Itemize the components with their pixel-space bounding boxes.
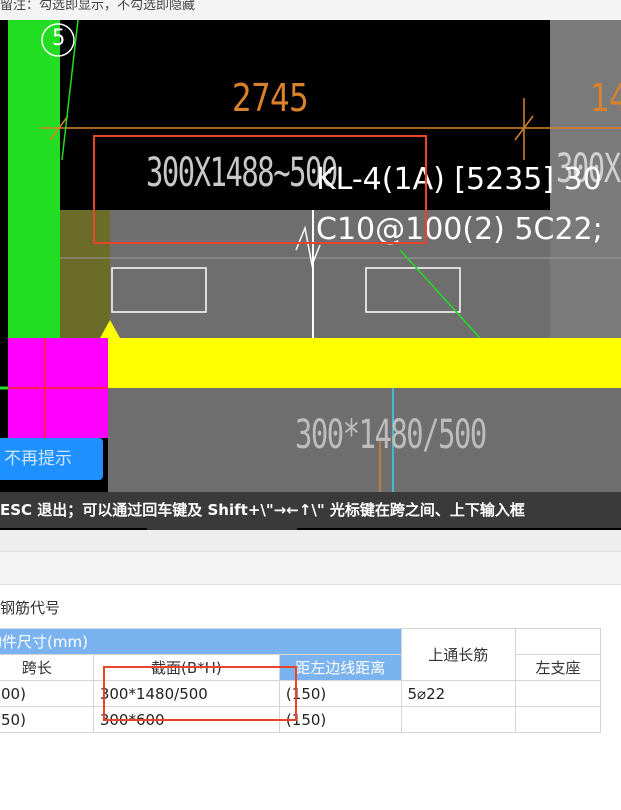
cad-column-green	[8, 20, 60, 340]
cad-viewport[interactable]: 5 2745 14 300X1488~500 300X KL-4(1A) [52…	[0, 20, 621, 530]
col-header-top-through-bar[interactable]: 上通长筋	[400, 628, 516, 681]
cad-section-label-bottom: 300*1480/500	[295, 412, 487, 458]
cad-olive-block	[60, 210, 110, 338]
cell-top-through-bar[interactable]	[400, 706, 516, 733]
cell-top-through-bar[interactable]: 5⌀22	[400, 680, 516, 707]
status-bar: ESC 退出；可以通过回车键及 Shift+\"→←↑\" 光标键在跨之间、上下…	[0, 492, 621, 528]
hint-strip: 留注：勾选即显示，不勾选即隐藏	[0, 0, 621, 20]
cell-span-length[interactable]: 00)	[0, 680, 94, 707]
col-header-left-support[interactable]: 左支座	[514, 654, 602, 681]
panel-splitter[interactable]	[0, 530, 621, 552]
beam-property-table: 构件尺寸(mm) 上通长筋 跨长 截面(B*H) 距左边线距离 左支座 00) …	[0, 628, 602, 733]
col-header-span-length[interactable]: 跨长	[0, 654, 94, 681]
cad-beam-yellow	[108, 338, 621, 388]
cell-left-support[interactable]	[514, 706, 602, 733]
cad-axis-label: 5	[52, 26, 66, 51]
cell-left-support[interactable]	[514, 680, 602, 707]
hint-text: 留注：勾选即显示，不勾选即隐藏	[0, 0, 196, 13]
no-remind-button[interactable]: 不再提示	[0, 438, 103, 480]
status-text: ESC 退出；可以通过回车键及 Shift+\"→←↑\" 光标键在跨之间、上下…	[0, 501, 525, 519]
panel-toolbar	[0, 552, 621, 585]
cad-beam-label-line1: KL-4(1A) [5235] 30	[316, 162, 602, 197]
cad-beam-label-line2: C10@100(2) 5C22;	[316, 212, 603, 247]
col-header-blank	[514, 628, 602, 655]
cell-section[interactable]: 300*1480/500	[92, 680, 280, 707]
cad-section-label-top: 300X1488~500	[146, 150, 338, 196]
cell-section[interactable]: 300*600	[92, 706, 280, 733]
cad-dimension-main: 2745	[232, 76, 309, 120]
table-row[interactable]: 50) 300*600 (150)	[0, 706, 602, 733]
rebar-code-label: 钢筋代号	[0, 599, 61, 617]
col-header-left-edge-distance[interactable]: 距左边线距离	[278, 654, 402, 681]
cad-dimension-right: 14	[590, 76, 621, 120]
group-header-size: 构件尺寸(mm)	[0, 628, 402, 655]
cell-span-length[interactable]: 50)	[0, 706, 94, 733]
cell-left-edge-distance[interactable]: (150)	[278, 680, 402, 707]
cell-left-edge-distance[interactable]: (150)	[278, 706, 402, 733]
table-row[interactable]: 00) 300*1480/500 (150) 5⌀22	[0, 680, 602, 707]
col-header-section[interactable]: 截面(B*H)	[92, 654, 280, 681]
